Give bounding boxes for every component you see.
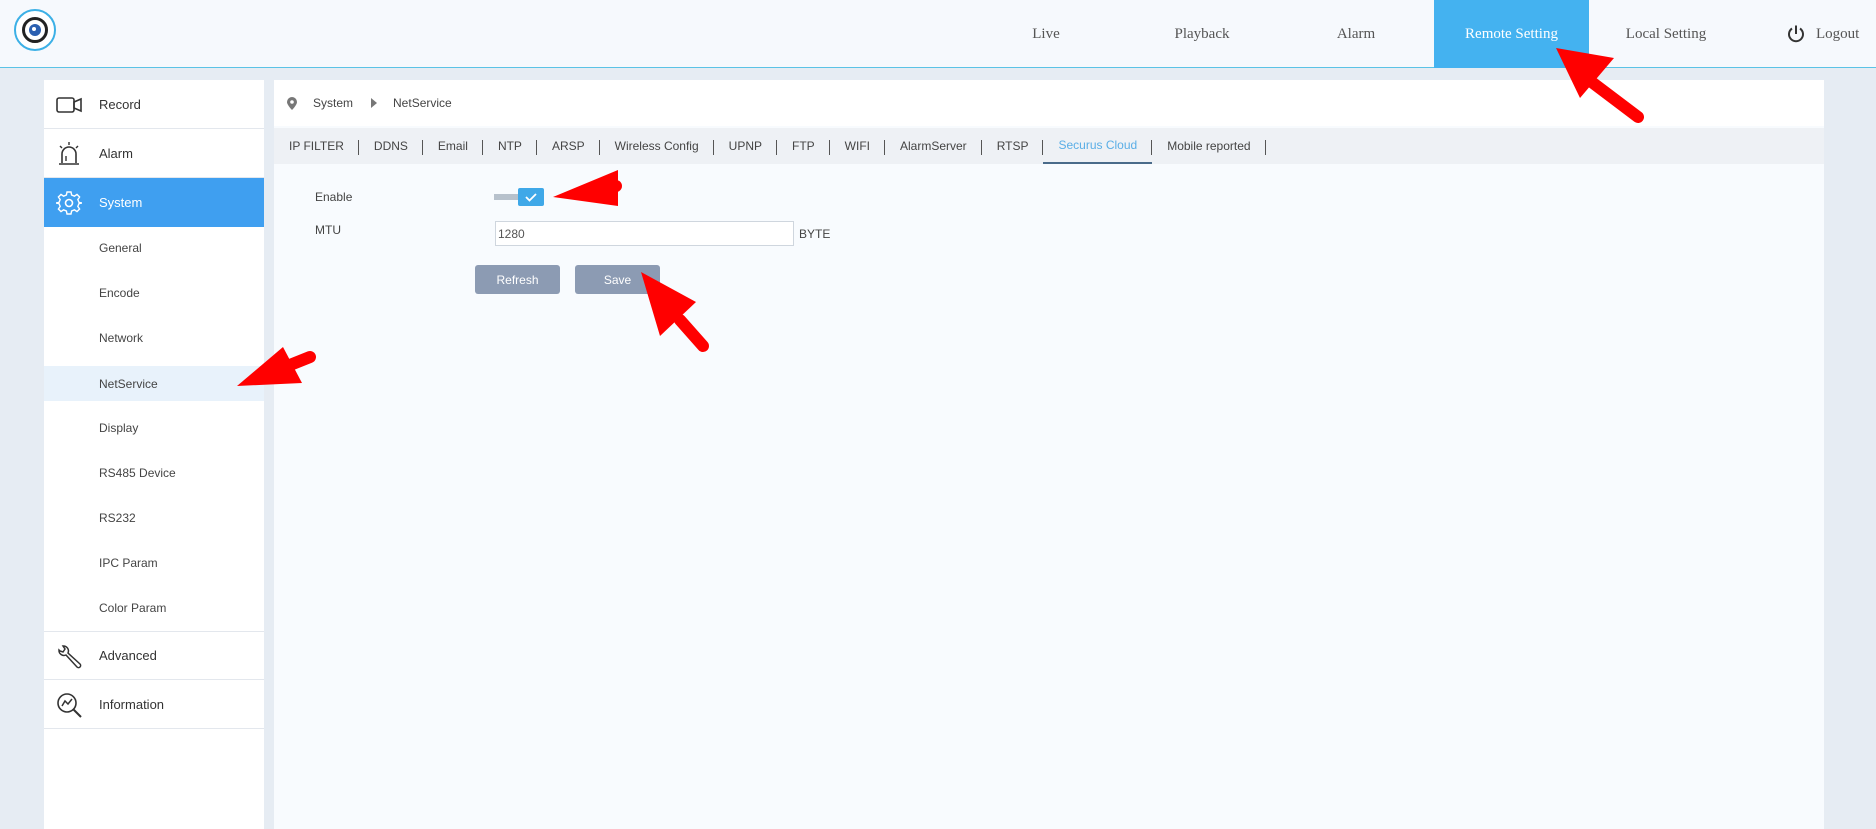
annotation-arrow-icon (553, 170, 622, 206)
annotation-arrow-icon (1556, 48, 1644, 123)
annotation-arrow-icon (237, 347, 316, 386)
annotation-arrow-icon (641, 272, 709, 352)
annotation-arrows (237, 48, 1644, 386)
